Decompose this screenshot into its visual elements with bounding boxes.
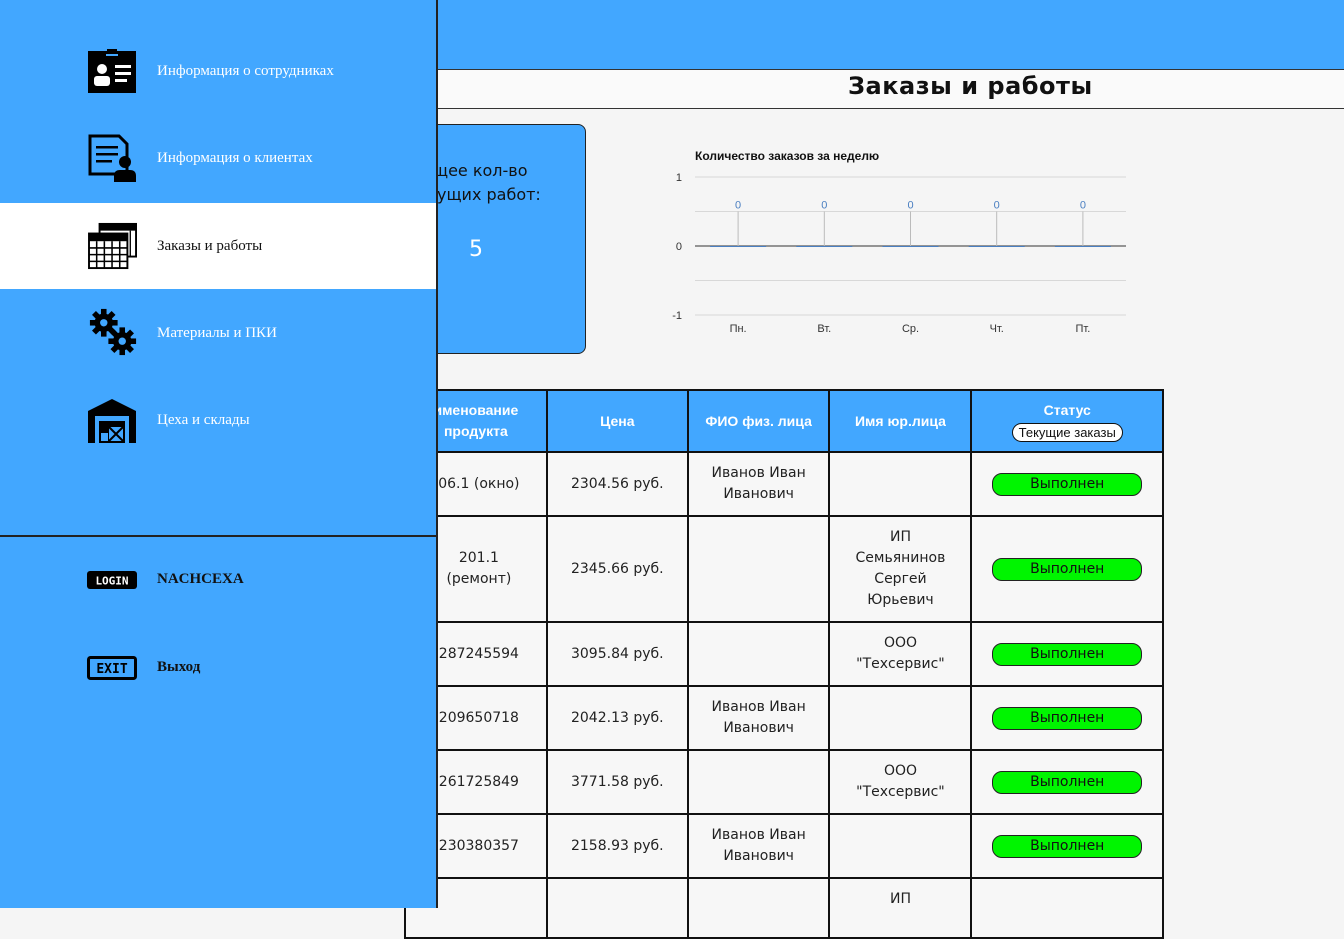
sidebar-item-label: Информация о клиентах <box>157 150 313 166</box>
cell-status <box>970 877 1164 939</box>
table-row[interactable]: 209650718 2042.13 руб. Иванов Иван Иванови… <box>404 685 1164 751</box>
cell-price: 3095.84 руб. <box>545 621 689 687</box>
chart-data-label: 0 <box>994 200 1000 212</box>
cell-person <box>686 621 831 687</box>
chart-bar <box>968 246 1025 247</box>
orders-table-wrap: именование продукта Цена ФИО физ. лица И… <box>404 389 1164 939</box>
chart-bar <box>796 246 853 247</box>
cell-status: Выполнен <box>970 515 1164 623</box>
status-badge[interactable]: Выполнен <box>992 770 1143 794</box>
sidebar-item-label: Информация о сотрудниках <box>157 63 334 79</box>
sidebar-item-label: Материалы и ПКИ <box>157 325 277 341</box>
sidebar-item-workshops[interactable]: Цеха и склады <box>0 377 436 463</box>
status-badge[interactable]: Выполнен <box>992 557 1143 581</box>
sidebar-item-orders[interactable]: Заказы и работы <box>0 203 436 289</box>
chart-data-label: 0 <box>735 200 741 212</box>
cell-person <box>686 749 831 815</box>
cell-price: 2042.13 руб. <box>545 685 689 751</box>
cell-price: 2345.66 руб. <box>545 515 689 623</box>
sidebar-item-materials[interactable]: Материалы и ПКИ <box>0 290 436 376</box>
chart-data-label: 0 <box>907 200 913 212</box>
table-row[interactable]: 201.1 (ремонт) 2345.66 руб. ИП Семьянинов … <box>404 515 1164 623</box>
chart-bar <box>710 246 767 247</box>
cell-company <box>828 685 973 751</box>
client-document-icon <box>88 134 136 182</box>
cell-status: Выполнен <box>970 451 1164 517</box>
table-row[interactable]: 287245594 3095.84 руб. ООО "Техсервис" Выпо… <box>404 621 1164 687</box>
gears-icon <box>89 308 137 356</box>
table-header-row: именование продукта Цена ФИО физ. лица И… <box>404 389 1164 453</box>
card-label-line1: щее кол-во <box>433 161 528 180</box>
sidebar-item-clients[interactable]: Информация о клиентах <box>0 116 436 202</box>
col-price-header: Цена <box>545 389 689 453</box>
card-label-line2: ущих работ: <box>437 185 541 204</box>
cell-status: Выполнен <box>970 749 1164 815</box>
cell-price: 3771.58 руб. <box>545 749 689 815</box>
col-status-header: Статус Текущие заказы <box>970 389 1164 453</box>
cell-status: Выполнен <box>970 813 1164 879</box>
table-row[interactable]: 230380357 2158.93 руб. Иванов Иван Иванови… <box>404 813 1164 879</box>
page-title: Заказы и работы <box>848 72 1093 100</box>
x-tick-label: Ср. <box>902 323 919 335</box>
chart-bar <box>1054 246 1111 247</box>
sidebar-item-label: Заказы и работы <box>157 238 263 254</box>
exit-icon: EXIT <box>87 656 137 680</box>
status-badge[interactable]: Выполнен <box>992 834 1143 858</box>
svg-text:LOGIN: LOGIN <box>95 575 128 588</box>
y-tick-label: -1 <box>672 310 682 322</box>
exit-button[interactable]: EXIT Выход <box>87 650 247 684</box>
sidebar-divider <box>0 535 436 537</box>
weekly-orders-chart: Количество заказов за неделю 1 0 -1 0 Пн. 0 Вт.… <box>660 140 1140 340</box>
chart-data-label: 0 <box>821 200 827 212</box>
cell-person: Иванов Иван Иванович <box>686 813 831 879</box>
x-tick-label: Чт. <box>990 323 1004 335</box>
cell-company: ООО "Техсервис" <box>828 621 973 687</box>
exit-label: Выход <box>157 659 201 675</box>
cell-company: ИП <box>828 877 973 939</box>
status-badge[interactable]: Выполнен <box>992 642 1143 666</box>
orders-table: именование продукта Цена ФИО физ. лица И… <box>404 389 1164 939</box>
cell-person: Иванов Иван Иванович <box>686 685 831 751</box>
x-tick-label: Вт. <box>817 323 831 335</box>
cell-price: 2158.93 руб. <box>545 813 689 879</box>
table-row[interactable]: 06.1 (окно) 2304.56 руб. Иванов Иван Ивано… <box>404 451 1164 517</box>
cell-company <box>828 813 973 879</box>
chart-bar <box>882 246 939 247</box>
y-tick-label: 1 <box>676 172 682 184</box>
login-icon: LOGIN <box>87 571 137 589</box>
cell-price <box>545 877 689 939</box>
chart-title: Количество заказов за неделю <box>695 149 879 163</box>
cell-person <box>686 515 831 623</box>
warehouse-icon <box>88 399 136 443</box>
chart-data-label: 0 <box>1080 200 1086 212</box>
current-works-count: 5 <box>469 237 483 262</box>
cell-company: ООО "Техсервис" <box>828 749 973 815</box>
cell-status: Выполнен <box>970 621 1164 687</box>
col-company-header: Имя юр.лица <box>828 389 973 453</box>
sidebar-item-label: Цеха и склады <box>157 412 250 428</box>
status-filter-toggle[interactable]: Текущие заказы <box>1011 422 1123 442</box>
status-badge[interactable]: Выполнен <box>992 706 1143 730</box>
sidebar-item-employees[interactable]: Информация о сотрудниках <box>0 29 436 115</box>
status-badge[interactable]: Выполнен <box>992 472 1143 496</box>
x-tick-label: Пт. <box>1076 323 1091 335</box>
cell-person: Иванов Иван Иванович <box>686 451 831 517</box>
svg-text:EXIT: EXIT <box>96 662 127 677</box>
x-tick-label: Пн. <box>730 323 747 335</box>
cell-company: ИП Семьянинов Сергей Юрьевич <box>828 515 973 623</box>
table-row[interactable]: 261725849 3771.58 руб. ООО "Техсервис" Выпо… <box>404 749 1164 815</box>
col-person-header: ФИО физ. лица <box>686 389 831 453</box>
username-label: NACHCEXA <box>157 571 244 587</box>
table-row[interactable]: ИП <box>404 877 1164 939</box>
y-tick-label: 0 <box>676 241 682 253</box>
calendar-grid-icon <box>88 222 137 270</box>
cell-price: 2304.56 руб. <box>545 451 689 517</box>
cell-person <box>686 877 831 939</box>
employee-card-icon <box>88 49 136 93</box>
sidebar: Информация о сотрудниках Информация о кл… <box>0 0 438 908</box>
cell-status: Выполнен <box>970 685 1164 751</box>
status-header-label: Статус <box>1043 401 1091 418</box>
cell-company <box>828 451 973 517</box>
